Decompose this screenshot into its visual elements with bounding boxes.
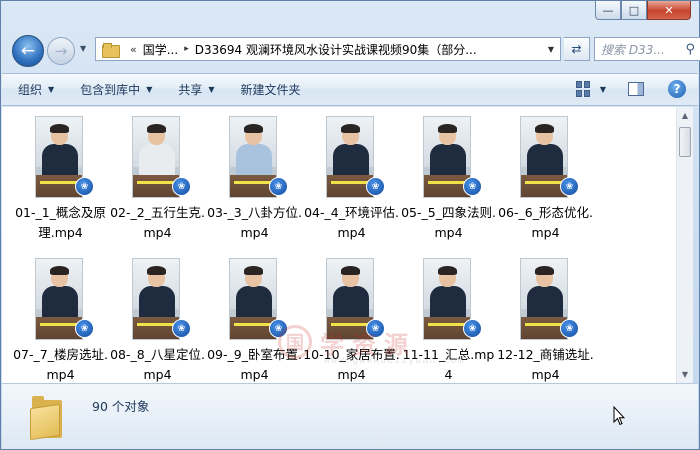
file-name: 09-_9_卧室布置.mp4 (207, 347, 302, 382)
arrow-right-icon: → (54, 42, 68, 60)
object-count: 90 个对象 (92, 399, 150, 414)
new-folder-label: 新建文件夹 (240, 83, 301, 97)
file-grid: ❀ 01-_1_概念及原理.mp4 ❀ 02-_2_五行生克.mp4 ❀ 03-_3_八卦… (12, 115, 594, 383)
refresh-icon: ⇄ (571, 42, 582, 56)
media-player-icon: ❀ (560, 319, 579, 338)
media-player-icon: ❀ (366, 319, 385, 338)
minimize-button[interactable]: — (595, 1, 621, 20)
navigation-row: ← → ▼ « 国学... ▸ D33694 观澜环境风水设计实战课视频90集（… (9, 29, 700, 69)
media-player-icon: ❀ (269, 177, 288, 196)
mouse-cursor-icon (613, 406, 625, 426)
file-name: 02-_2_五行生克.mp4 (110, 205, 205, 240)
file-name: 10-10_家居布置.mp4 (303, 347, 400, 382)
maximize-icon: □ (628, 3, 640, 17)
search-placeholder: 搜索 D33... (601, 42, 665, 57)
organize-button[interactable]: 组织 ▼ (18, 81, 54, 98)
search-icon[interactable]: ⚲ (685, 42, 695, 57)
share-button[interactable]: 共享 ▼ (178, 81, 214, 98)
file-item[interactable]: ❀ 06-_6_形态优化.mp4 (497, 115, 594, 257)
media-player-icon: ❀ (560, 177, 579, 196)
include-library-label: 包含到库中 (80, 83, 141, 97)
search-input[interactable]: 搜索 D33... ⚲ (594, 37, 700, 61)
file-list-area[interactable]: ❀ 01-_1_概念及原理.mp4 ❀ 02-_2_五行生克.mp4 ❀ 03-_3_八卦… (2, 107, 676, 383)
breadcrumb-item[interactable]: 国学... (143, 41, 178, 58)
file-item[interactable]: ❀ 11-11_汇总.mp4 (400, 257, 497, 383)
close-icon: ✕ (664, 3, 674, 17)
scroll-thumb[interactable] (679, 127, 691, 157)
chevron-down-icon: ▼ (146, 85, 153, 94)
breadcrumb-overflow[interactable]: « (130, 43, 137, 56)
minimize-icon: — (602, 3, 614, 17)
address-bar[interactable]: « 国学... ▸ D33694 观澜环境风水设计实战课视频90集（部分... … (95, 37, 561, 61)
file-name: 06-_6_形态优化.mp4 (498, 205, 593, 240)
file-item[interactable]: ❀ 05-_5_四象法则.mp4 (400, 115, 497, 257)
file-item[interactable]: ❀ 09-_9_卧室布置.mp4 (206, 257, 303, 383)
file-name: 04-_4_环境评估.mp4 (304, 205, 399, 240)
media-player-icon: ❀ (172, 319, 191, 338)
media-player-icon: ❀ (75, 319, 94, 338)
refresh-button[interactable]: ⇄ (564, 37, 590, 61)
file-item[interactable]: ❀ 08-_8_八星定位.mp4 (109, 257, 206, 383)
details-pane: 90 个对象 (2, 383, 698, 449)
maximize-button[interactable]: □ (621, 1, 647, 20)
view-options-dropdown[interactable]: ▼ (600, 85, 606, 94)
breadcrumb-separator-icon[interactable]: ▸ (184, 44, 189, 54)
file-name: 05-_5_四象法则.mp4 (401, 205, 496, 240)
change-view-icon[interactable] (575, 81, 594, 97)
include-in-library-button[interactable]: 包含到库中 ▼ (80, 81, 152, 98)
chevron-down-icon: ▼ (48, 85, 55, 94)
explorer-window: — □ ✕ ← → ▼ « 国学... ▸ D33694 观澜环境风水设计实战课… (0, 0, 700, 450)
command-bar: 组织 ▼ 包含到库中 ▼ 共享 ▼ 新建文件夹 ▼ ? (2, 73, 698, 106)
organize-label: 组织 (18, 83, 43, 97)
file-name: 11-11_汇总.mp4 (402, 347, 495, 382)
file-name: 12-12_商铺选址.mp4 (497, 347, 594, 382)
scroll-up-button[interactable]: ▲ (677, 107, 693, 124)
back-button[interactable]: ← (12, 35, 44, 67)
chevron-down-icon: ▼ (208, 85, 215, 94)
caption-buttons: — □ ✕ (595, 1, 691, 20)
folder-icon (30, 394, 64, 441)
file-name: 01-_1_概念及原理.mp4 (15, 205, 106, 240)
preview-pane-icon[interactable] (628, 82, 644, 96)
new-folder-button[interactable]: 新建文件夹 (241, 81, 301, 98)
file-item[interactable]: ❀ 10-10_家居布置.mp4 (303, 257, 400, 383)
file-name: 03-_3_八卦方位.mp4 (207, 205, 302, 240)
scroll-down-button[interactable]: ▼ (677, 366, 693, 383)
arrow-left-icon: ← (20, 41, 36, 61)
address-dropdown[interactable]: ▼ (548, 45, 554, 54)
media-player-icon: ❀ (172, 177, 191, 196)
breadcrumb-item-current[interactable]: D33694 观澜环境风水设计实战课视频90集（部分... (195, 41, 477, 58)
forward-button[interactable]: → (47, 37, 75, 65)
close-button[interactable]: ✕ (647, 1, 691, 20)
media-player-icon: ❀ (75, 177, 94, 196)
file-item[interactable]: ❀ 02-_2_五行生克.mp4 (109, 115, 206, 257)
file-item[interactable]: ❀ 12-12_商铺选址.mp4 (497, 257, 594, 383)
vertical-scrollbar[interactable]: ▲ ▼ (676, 107, 693, 383)
media-player-icon: ❀ (366, 177, 385, 196)
file-name: 08-_8_八星定位.mp4 (110, 347, 205, 382)
media-player-icon: ❀ (269, 319, 288, 338)
file-item[interactable]: ❀ 03-_3_八卦方位.mp4 (206, 115, 303, 257)
media-player-icon: ❀ (463, 319, 482, 338)
view-controls: ▼ ? (575, 80, 686, 98)
media-player-icon: ❀ (463, 177, 482, 196)
file-item[interactable]: ❀ 07-_7_楼房选址.mp4 (12, 257, 109, 383)
file-item[interactable]: ❀ 04-_4_环境评估.mp4 (303, 115, 400, 257)
recent-pages-dropdown[interactable]: ▼ (80, 44, 86, 53)
folder-icon (102, 42, 120, 58)
file-item[interactable]: ❀ 01-_1_概念及原理.mp4 (12, 115, 109, 257)
help-icon[interactable]: ? (668, 80, 686, 98)
file-name: 07-_7_楼房选址.mp4 (13, 347, 108, 382)
share-label: 共享 (178, 83, 203, 97)
